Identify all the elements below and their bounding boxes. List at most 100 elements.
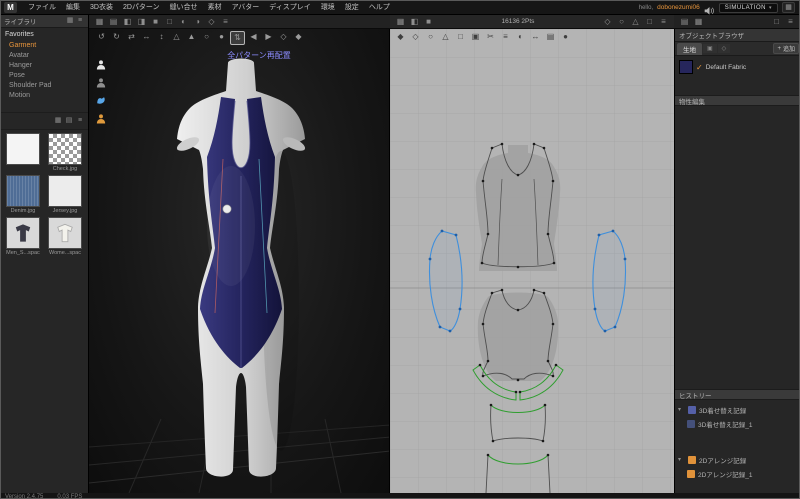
menu-help[interactable]: ヘルプ xyxy=(364,1,395,15)
tab-trim-icon[interactable]: ▣ xyxy=(703,44,717,53)
internal-rect-icon[interactable]: ▣ xyxy=(469,31,482,43)
solid-view-icon[interactable]: ■ xyxy=(149,16,162,28)
history-header[interactable]: ヒストリー xyxy=(675,389,799,400)
wireframe-view-icon[interactable]: □ xyxy=(163,16,176,28)
width-tool-icon[interactable]: ↔ xyxy=(529,31,542,43)
sidebar-item-motion[interactable]: Motion xyxy=(1,90,88,100)
edit-pattern-icon[interactable]: ◇ xyxy=(409,31,422,43)
avatar-show-icon[interactable]: ▲ xyxy=(185,31,198,45)
circle-2d-icon[interactable]: ○ xyxy=(615,16,628,28)
sidebar-item-garment[interactable]: Garment xyxy=(1,40,88,50)
next-icon[interactable]: ▶ xyxy=(262,31,275,45)
select-tool-icon[interactable]: ◆ xyxy=(394,31,407,43)
menu-2d-pattern[interactable]: 2Dパターン xyxy=(118,1,165,15)
record-3d-group[interactable]: ▾ 3D着せ替え記録 xyxy=(675,403,799,416)
viewport-2d[interactable]: ◆ ◇ ○ △ □ ▣ ✂ ≡ ◐ ↔ ▤ ● xyxy=(390,29,674,493)
menu-avatar[interactable]: アバター xyxy=(227,1,265,15)
pattern-canvas[interactable] xyxy=(390,29,674,493)
thumb-large-icon[interactable]: ▦ xyxy=(53,115,63,127)
viewport-3d[interactable]: ↺ ↻ ⇄ ↔ ↕ △ ▲ ○ ● ⇅ ◀ ▶ ◇ ◆ 全パターン再配置 xyxy=(89,29,390,493)
grid-2d-icon[interactable]: ▦ xyxy=(394,16,407,28)
gem-view-icon[interactable]: ◇ xyxy=(205,16,218,28)
contrast-icon[interactable]: ◑ xyxy=(191,16,204,28)
swap-icon[interactable]: ⇄ xyxy=(125,31,138,45)
sidebar-item-avatar[interactable]: Avatar xyxy=(1,50,88,60)
triangle-2d-icon[interactable]: △ xyxy=(629,16,642,28)
panel-menu-icon[interactable]: ≡ xyxy=(784,16,797,28)
sidebar-item-shoulder-pad[interactable]: Shoulder Pad xyxy=(1,80,88,90)
move-h-icon[interactable]: ↔ xyxy=(140,31,153,45)
menu-2d-icon[interactable]: ≡ xyxy=(657,16,670,28)
dot-tool-icon[interactable]: ● xyxy=(559,31,572,43)
app-logo[interactable]: M xyxy=(4,2,17,13)
avatar-gray-icon[interactable] xyxy=(95,77,107,89)
library-thumb-men-shirt[interactable]: Men_S...spac xyxy=(3,217,43,257)
shade-2d-icon[interactable]: ◧ xyxy=(408,16,421,28)
polygon-tool-icon[interactable]: △ xyxy=(439,31,452,43)
tab-stitch-icon[interactable]: ◇ xyxy=(717,44,731,53)
library-thumb-check[interactable]: Check.jpg xyxy=(45,133,85,173)
view-menu-icon[interactable]: ≡ xyxy=(219,16,232,28)
gem-solid-icon[interactable]: ◆ xyxy=(292,31,305,45)
solid-2d-icon[interactable]: ■ xyxy=(422,16,435,28)
library-thumb-jersey[interactable]: Jersey.jpg xyxy=(45,175,85,215)
prev-icon[interactable]: ◀ xyxy=(247,31,260,45)
menu-settings[interactable]: 設定 xyxy=(340,1,364,15)
show-3d-grid-icon[interactable]: ▦ xyxy=(93,16,106,28)
seam-list-icon[interactable]: ≡ xyxy=(499,31,512,43)
simulation-button[interactable]: SIMULATION ▾ xyxy=(718,2,778,13)
property-editor-header[interactable]: 物性編集 xyxy=(675,95,799,106)
redo-icon[interactable]: ↻ xyxy=(110,31,123,45)
shade-tool-icon[interactable]: ◐ xyxy=(514,31,527,43)
panel-list-icon[interactable]: ▤ xyxy=(678,16,691,28)
add-point-icon[interactable]: ○ xyxy=(424,31,437,43)
texture-view-icon[interactable]: ▤ xyxy=(107,16,120,28)
menu-material[interactable]: 素材 xyxy=(203,1,227,15)
library-menu-icon[interactable]: ≡ xyxy=(75,15,85,27)
rearrange-patterns-icon[interactable]: ⇅ xyxy=(230,31,245,45)
avatar-blue-icon[interactable] xyxy=(95,95,107,107)
record-2d-group[interactable]: ▾ 2Dアレンジ記録 xyxy=(675,453,799,466)
gem-icon[interactable]: ◇ xyxy=(277,31,290,45)
shade-right-icon[interactable]: ◨ xyxy=(135,16,148,28)
library-favorites-header[interactable]: Favorites xyxy=(1,28,88,40)
panel-box-icon[interactable]: □ xyxy=(770,16,783,28)
move-v-icon[interactable]: ↕ xyxy=(155,31,168,45)
thumb-menu-icon[interactable]: ≡ xyxy=(75,115,85,127)
library-thumb-denim[interactable]: Denim.jpg xyxy=(3,175,43,215)
menu-file[interactable]: ファイル xyxy=(23,1,61,15)
square-2d-icon[interactable]: □ xyxy=(643,16,656,28)
texture-tool-icon[interactable]: ▤ xyxy=(544,31,557,43)
thumb-list-icon[interactable]: ▤ xyxy=(64,115,74,127)
add-fabric-button[interactable]: + 追加 xyxy=(773,43,799,54)
library-thumb-women-top[interactable]: Wome...spac xyxy=(45,217,85,257)
avatar-orange-icon[interactable] xyxy=(95,113,107,125)
tab-fabric[interactable]: 生地 xyxy=(677,42,702,55)
pin-icon[interactable]: ○ xyxy=(200,31,213,45)
sim-grid-icon[interactable]: ▦ xyxy=(782,2,795,13)
shade-left-icon[interactable]: ◧ xyxy=(121,16,134,28)
library-grid-icon[interactable]: ▦ xyxy=(65,15,75,27)
fabric-list-item[interactable]: ✓ Default Fabric xyxy=(675,56,799,78)
undo-icon[interactable]: ↺ xyxy=(95,31,108,45)
diamond-2d-icon[interactable]: ◇ xyxy=(601,16,614,28)
sidebar-item-hanger[interactable]: Hanger xyxy=(1,60,88,70)
record-2d-item[interactable]: 2Dアレンジ記録_1 xyxy=(675,467,799,480)
menu-edit[interactable]: 編集 xyxy=(61,1,85,15)
panel-grid-icon[interactable]: ▦ xyxy=(692,16,705,28)
speaker-icon[interactable] xyxy=(704,3,715,15)
library-thumb-blank[interactable] xyxy=(3,133,43,173)
menu-3d-garment[interactable]: 3D衣装 xyxy=(85,1,118,15)
sidebar-item-pose[interactable]: Pose xyxy=(1,70,88,80)
avatar-white-icon[interactable] xyxy=(95,59,107,71)
menu-sewing[interactable]: 縫い合せ xyxy=(165,1,203,15)
username-link[interactable]: dobonezumi06 xyxy=(657,4,700,11)
mannequin-3d[interactable] xyxy=(131,51,351,491)
scissors-icon[interactable]: ✂ xyxy=(484,31,497,43)
half-shade-icon[interactable]: ◐ xyxy=(177,16,190,28)
menu-display[interactable]: ディスプレイ xyxy=(264,1,316,15)
pose-icon[interactable]: △ xyxy=(170,31,183,45)
point-icon[interactable]: ● xyxy=(215,31,228,45)
menu-environment[interactable]: 環境 xyxy=(316,1,340,15)
record-3d-item[interactable]: 3D着せ替え記録_1 xyxy=(675,417,799,430)
